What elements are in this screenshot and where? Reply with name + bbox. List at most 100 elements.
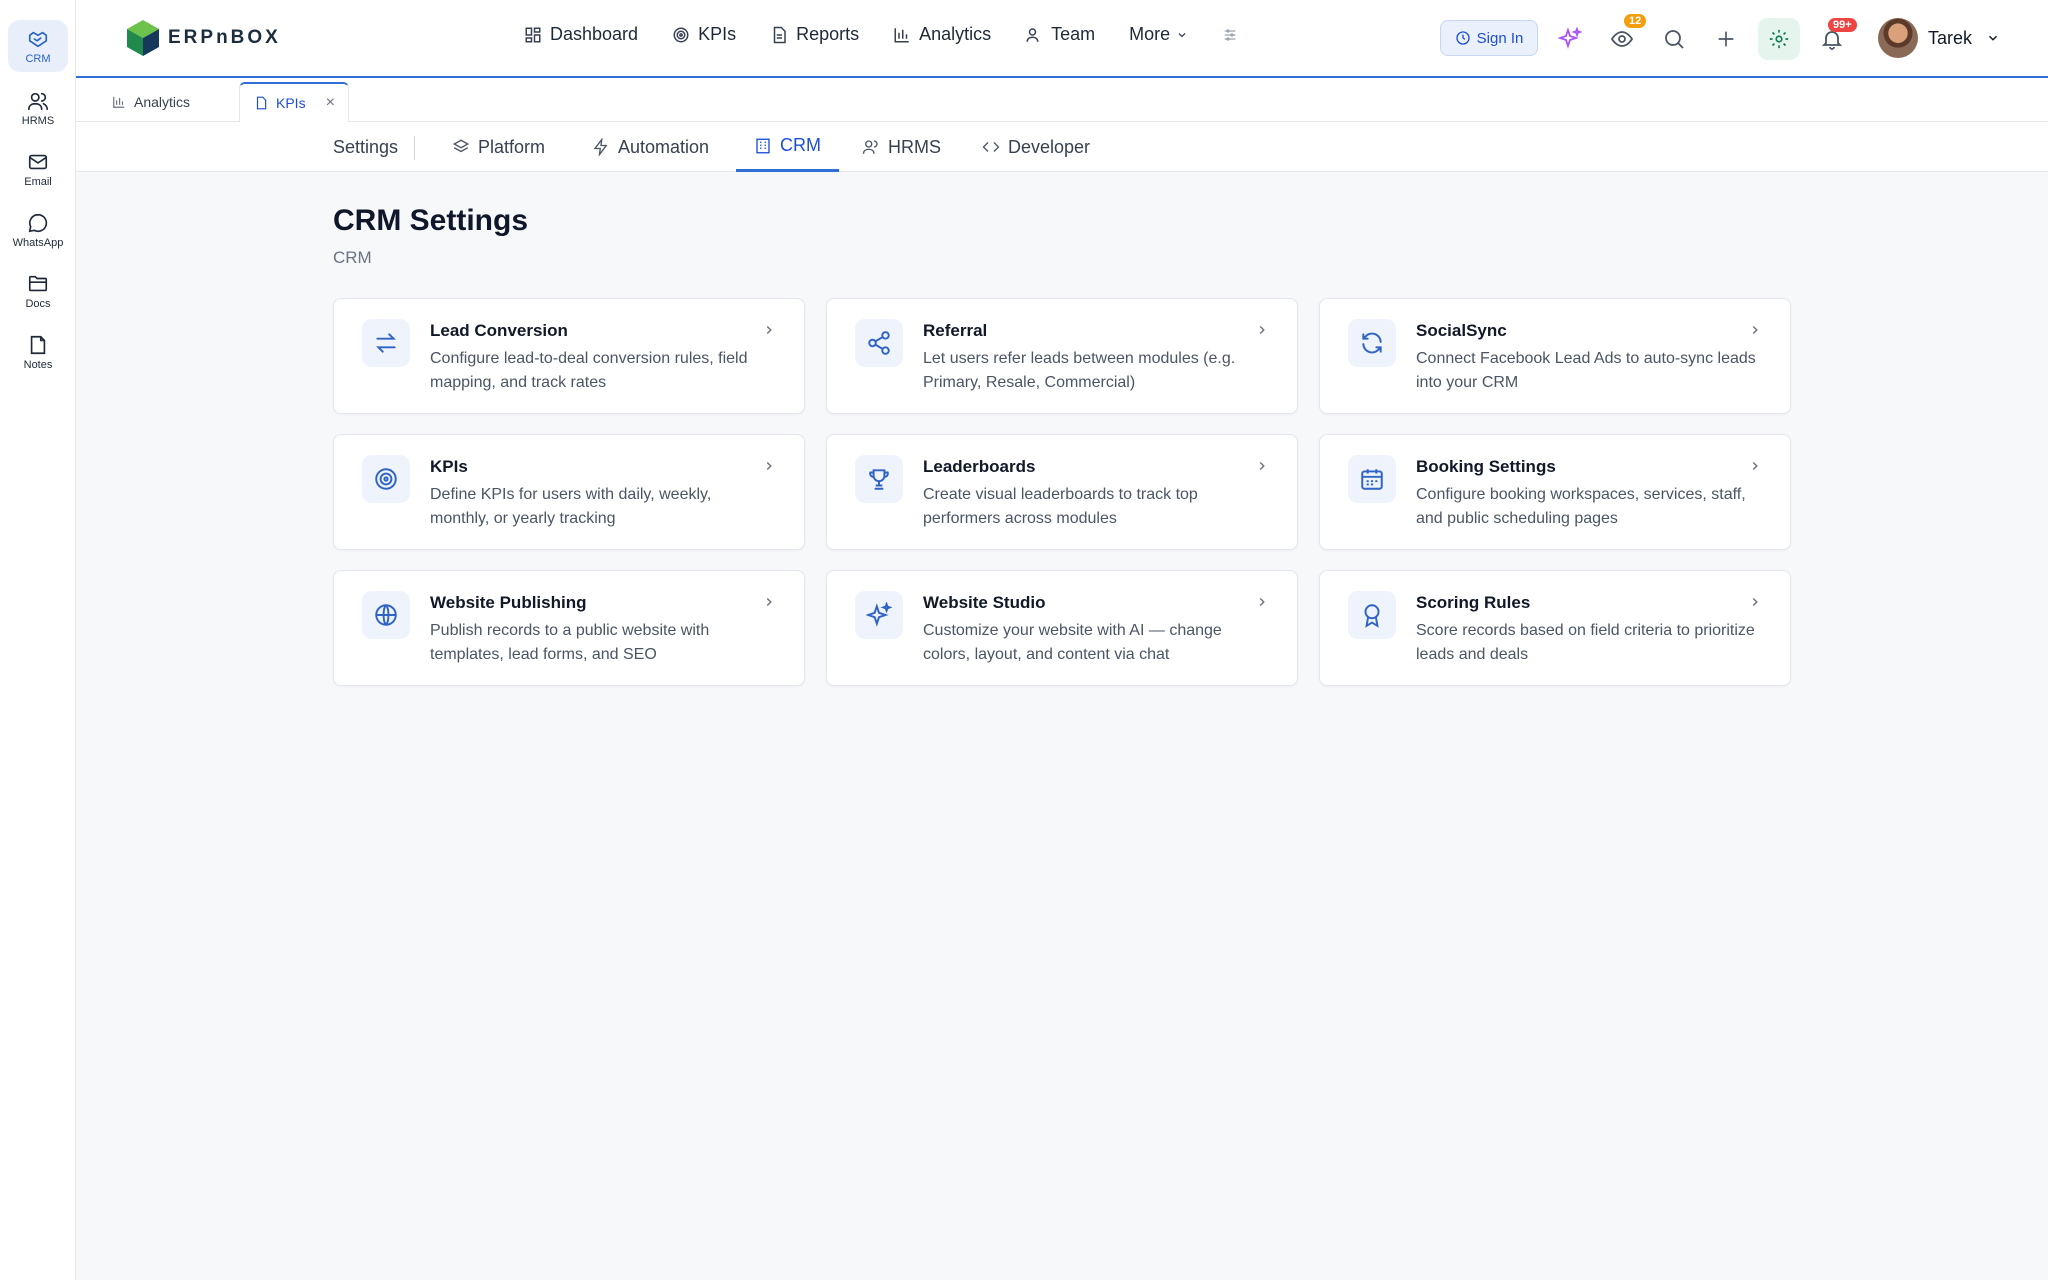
rail-item-notes[interactable]: Notes — [8, 326, 68, 378]
rail-item-docs[interactable]: Docs — [8, 265, 68, 317]
card-leaderboards[interactable]: Leaderboards Create visual leaderboards … — [826, 434, 1298, 550]
ai-sparkle-button[interactable] — [1554, 22, 1586, 56]
tab-label: Automation — [618, 136, 710, 157]
card-booking-settings[interactable]: Booking Settings Configure booking works… — [1319, 434, 1791, 550]
left-rail: CRM HRMS Email WhatsApp Docs Notes — [0, 0, 76, 1280]
watch-button[interactable]: 12 — [1606, 14, 1647, 56]
close-icon[interactable]: × — [326, 94, 335, 112]
trophy-icon — [855, 455, 903, 503]
code-icon — [982, 138, 1008, 156]
nav-label: Reports — [796, 24, 860, 44]
users-icon — [27, 90, 49, 112]
rail-label: Docs — [25, 297, 51, 310]
eye-icon — [1610, 27, 1634, 51]
gear-icon — [1768, 28, 1790, 50]
card-website-studio[interactable]: Website Studio Customize your website wi… — [826, 570, 1298, 686]
tab-automation[interactable]: Automation — [592, 122, 709, 172]
avatar — [1878, 18, 1918, 58]
card-description: Create visual leaderboards to track top … — [923, 486, 1198, 527]
doc-tab-label: KPIs — [276, 95, 306, 111]
folder-icon — [27, 273, 49, 295]
globe-icon — [362, 591, 410, 639]
rail-item-whatsapp[interactable]: WhatsApp — [8, 204, 68, 256]
card-description: Configure booking workspaces, services, … — [1416, 486, 1746, 527]
rail-label: Email — [24, 175, 52, 188]
doc-tab-label: Analytics — [134, 94, 191, 110]
chevron-right-icon — [1748, 323, 1762, 337]
rail-item-hrms[interactable]: HRMS — [8, 82, 68, 134]
user-icon — [1025, 26, 1051, 44]
card-referral[interactable]: Referral Let users refer leads between m… — [826, 298, 1298, 414]
card-title: Scoring Rules — [1416, 593, 1531, 612]
tab-label: HRMS — [888, 136, 941, 157]
top-bar: ERPnBOX Dashboard KPIs Reports Analytics… — [76, 0, 2048, 78]
card-scoring-rules[interactable]: Scoring Rules Score records based on fie… — [1319, 570, 1791, 686]
card-website-publishing[interactable]: Website Publishing Publish records to a … — [333, 570, 805, 686]
share-icon — [855, 319, 903, 367]
plus-icon — [1715, 28, 1737, 50]
bolt-icon — [592, 138, 618, 156]
chevron-right-icon — [1748, 459, 1762, 473]
arrows-swap-icon — [362, 319, 410, 367]
sign-in-button[interactable]: Sign In — [1440, 20, 1538, 56]
bar-chart-icon — [893, 26, 919, 44]
nav-reports[interactable]: Reports — [770, 24, 859, 45]
rail-item-email[interactable]: Email — [8, 143, 68, 195]
bar-chart-icon — [112, 95, 134, 109]
card-title: Booking Settings — [1416, 457, 1556, 476]
sign-in-label: Sign In — [1476, 29, 1524, 47]
tab-divider — [414, 136, 415, 160]
card-description: Score records based on field criteria to… — [1416, 622, 1755, 663]
search-button[interactable] — [1658, 22, 1690, 56]
chevron-right-icon — [762, 459, 776, 473]
watch-badge: 12 — [1624, 14, 1647, 28]
nav-more[interactable]: More — [1129, 24, 1188, 45]
tab-label: CRM — [780, 135, 821, 155]
tab-platform[interactable]: Platform — [452, 122, 545, 172]
document-icon — [770, 26, 796, 44]
card-description: Let users refer leads between modules (e… — [923, 350, 1236, 391]
rail-label: CRM — [25, 52, 51, 65]
chevron-right-icon — [1255, 323, 1269, 337]
target-icon — [672, 26, 698, 44]
cube-logo-icon — [124, 18, 162, 58]
tab-label: Platform — [478, 136, 546, 157]
nav-team[interactable]: Team — [1025, 24, 1095, 45]
rail-label: WhatsApp — [12, 236, 64, 249]
nav-kpis[interactable]: KPIs — [672, 24, 736, 45]
search-icon — [1662, 27, 1686, 51]
nav-analytics[interactable]: Analytics — [893, 24, 991, 45]
tab-hrms[interactable]: HRMS — [862, 122, 941, 172]
notifications-button[interactable]: 99+ — [1816, 18, 1857, 56]
card-title: Website Studio — [923, 593, 1046, 612]
card-lead-conversion[interactable]: Lead Conversion Configure lead-to-deal c… — [333, 298, 805, 414]
mail-icon — [27, 151, 49, 173]
card-socialsync[interactable]: SocialSync Connect Facebook Lead Ads to … — [1319, 298, 1791, 414]
nav-label: More — [1129, 24, 1171, 44]
brand-logo[interactable]: ERPnBOX — [124, 18, 281, 58]
nav-label: Dashboard — [550, 24, 639, 44]
nav-label: Analytics — [919, 24, 992, 44]
card-title: SocialSync — [1416, 321, 1507, 340]
tab-crm[interactable]: CRM — [736, 122, 839, 172]
chevron-right-icon — [1748, 595, 1762, 609]
nav-label: KPIs — [698, 24, 737, 44]
user-menu[interactable]: Tarek — [1878, 18, 2000, 58]
card-kpis[interactable]: KPIs Define KPIs for users with daily, w… — [333, 434, 805, 550]
tab-label: Developer — [1008, 136, 1091, 157]
nav-label: Team — [1051, 24, 1096, 44]
nav-dashboard[interactable]: Dashboard — [524, 24, 638, 45]
nav-customize[interactable] — [1222, 27, 1246, 43]
sparkles-icon — [855, 591, 903, 639]
rail-item-crm[interactable]: CRM — [8, 20, 68, 72]
chevron-down-icon — [1972, 31, 2000, 45]
doc-tab-analytics[interactable]: Analytics — [98, 82, 204, 122]
settings-button[interactable] — [1758, 18, 1800, 60]
tab-developer[interactable]: Developer — [982, 122, 1090, 172]
tab-settings[interactable]: Settings — [333, 122, 398, 172]
sparkles-icon — [1558, 27, 1582, 51]
chevron-right-icon — [762, 323, 776, 337]
card-title: Website Publishing — [430, 593, 587, 612]
add-button[interactable] — [1710, 22, 1742, 56]
doc-tab-kpis[interactable]: KPIs × — [239, 82, 349, 122]
